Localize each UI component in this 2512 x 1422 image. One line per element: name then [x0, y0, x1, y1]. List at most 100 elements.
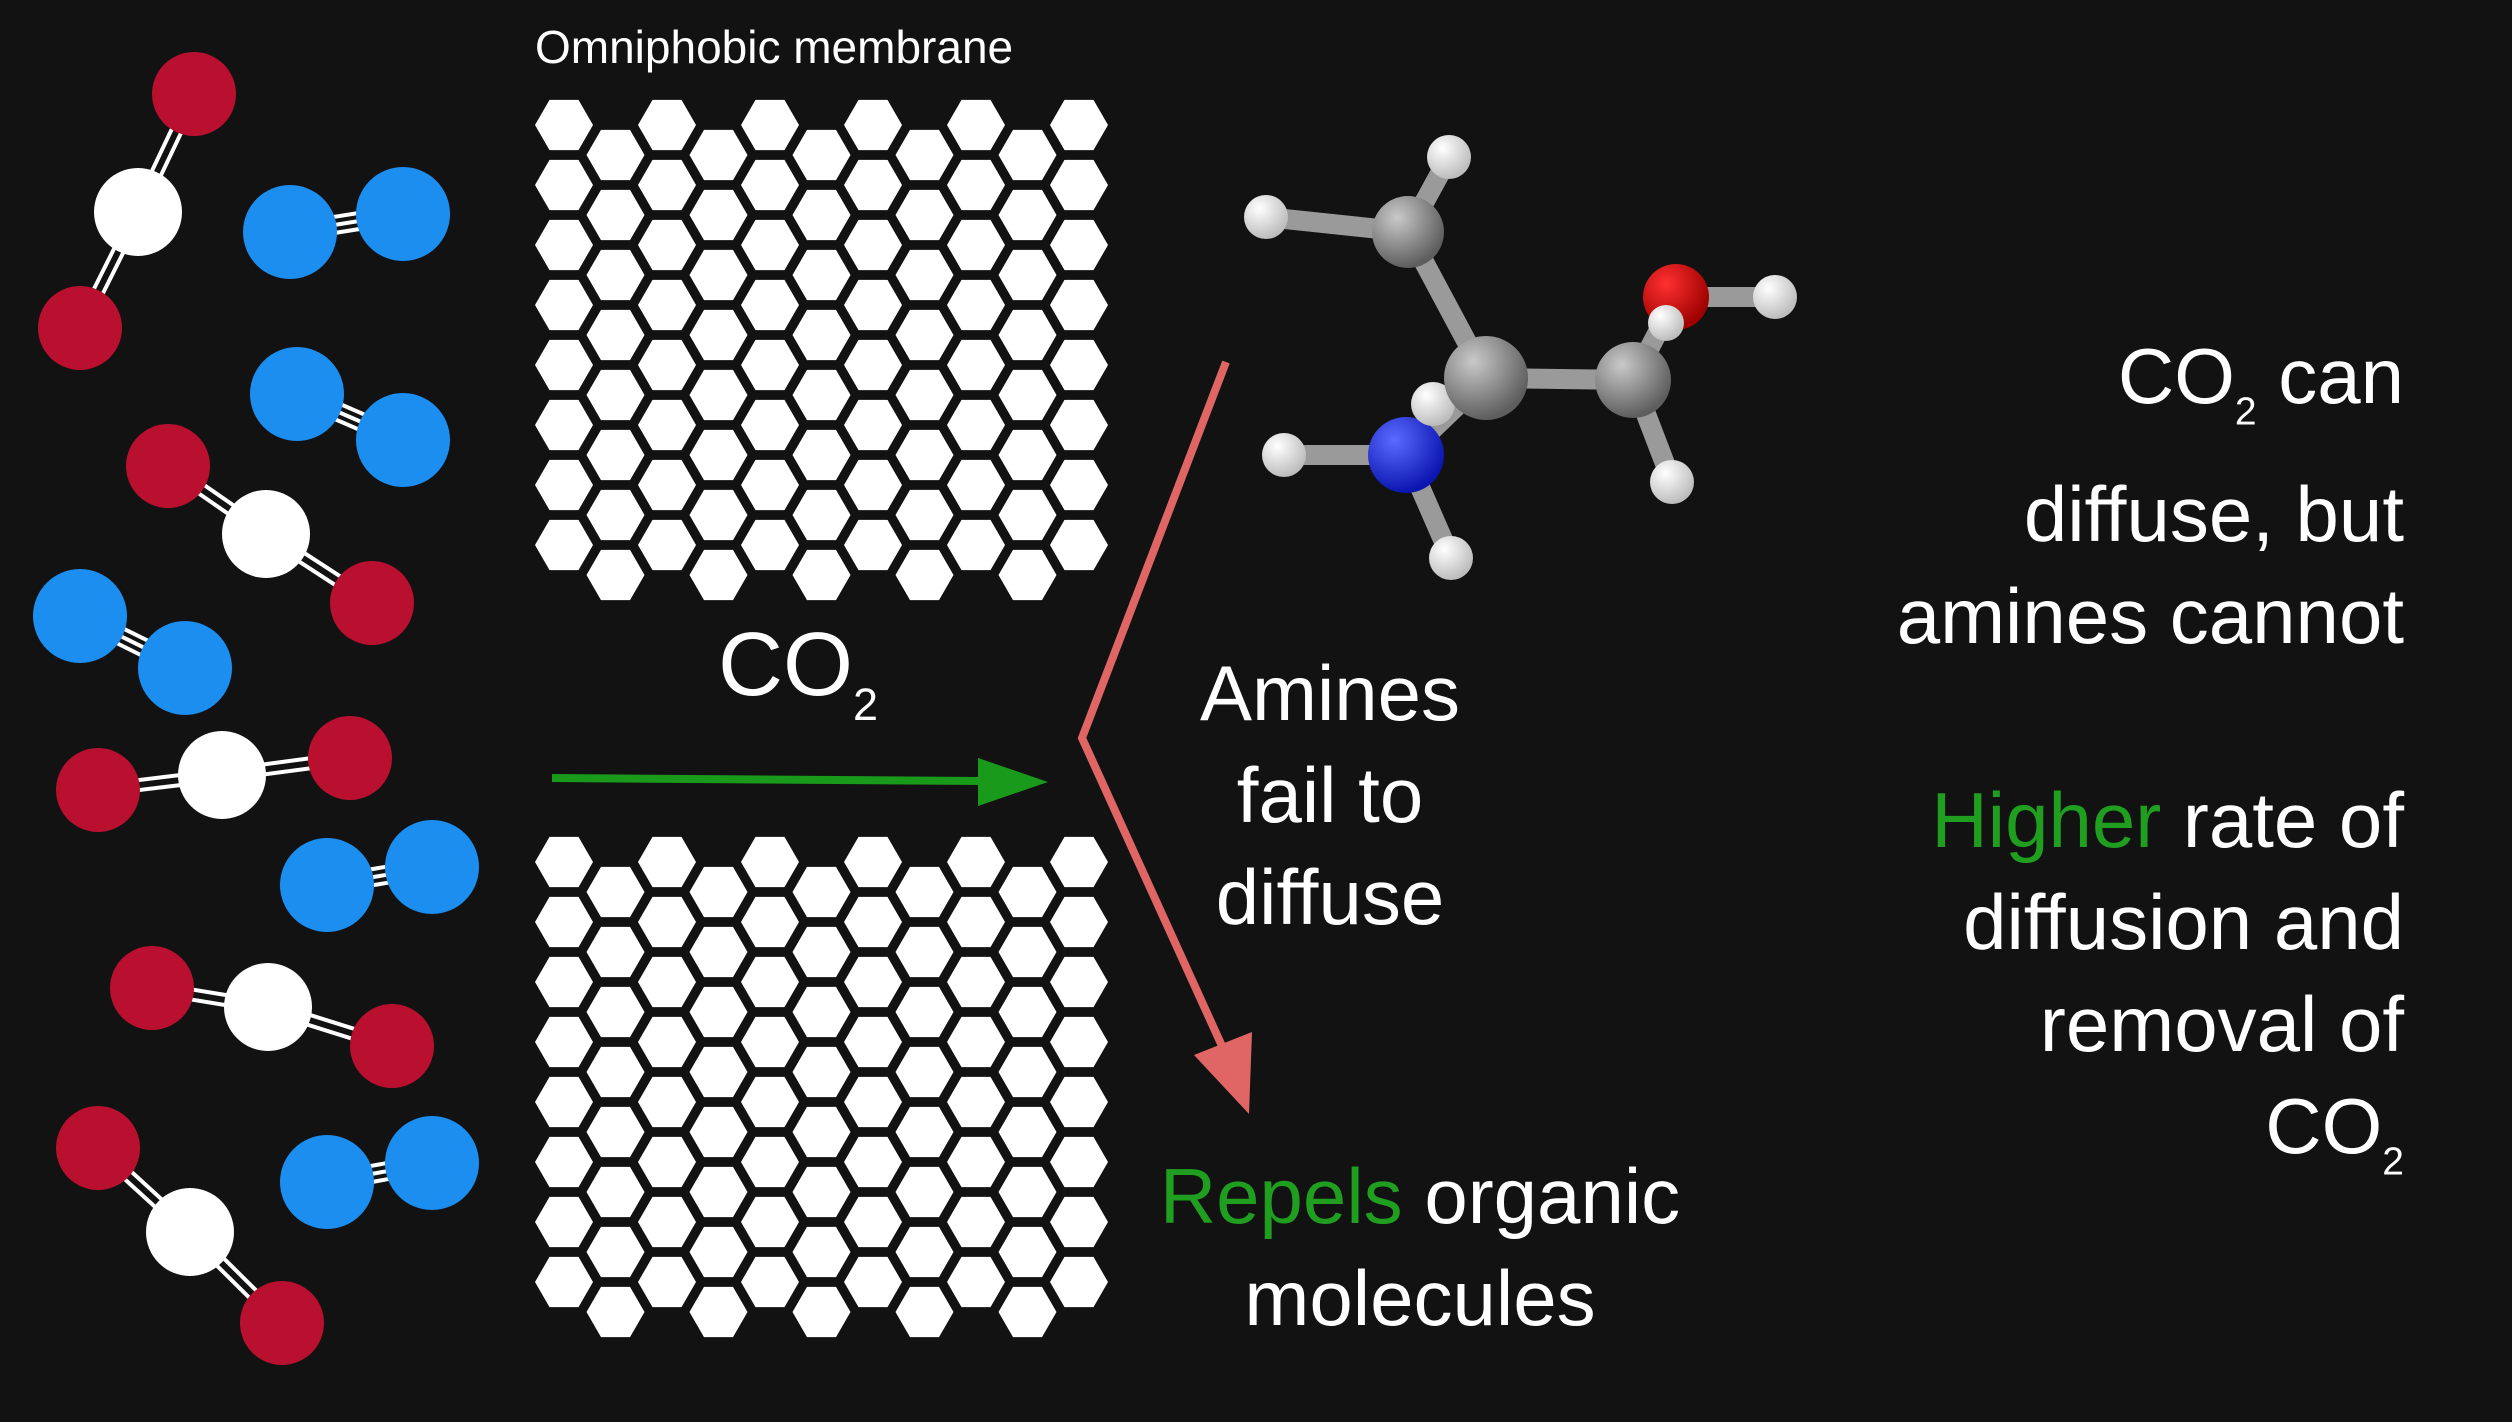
amine-note-line: diffuse	[1215, 853, 1445, 941]
membrane-pore-hexagon	[998, 926, 1057, 978]
membrane-pore-hexagon	[638, 399, 696, 451]
membrane-pore-hexagon	[638, 1196, 696, 1248]
co2-flow-label: CO2	[718, 615, 879, 730]
membrane-pore-hexagon	[998, 1166, 1057, 1218]
membrane-pore-hexagon	[741, 956, 799, 1008]
membrane-pore-hexagon	[638, 519, 696, 571]
membrane-pore-hexagon	[895, 549, 954, 601]
membrane-pore-hexagon	[998, 429, 1057, 481]
membrane-pore-hexagon	[947, 1136, 1005, 1188]
ethanolamine-molecule-icon	[1244, 135, 1797, 580]
membrane-pore-hexagon	[586, 429, 645, 481]
membrane-pore-hexagon	[792, 1166, 851, 1218]
membrane-pore-hexagon	[895, 1226, 954, 1278]
membrane-pore-hexagon	[689, 189, 748, 241]
membrane-pore-hexagon	[792, 489, 851, 541]
membrane-pore-hexagon	[535, 399, 593, 451]
membrane-pore-hexagon	[1050, 956, 1108, 1008]
membrane-pore-hexagon	[741, 836, 799, 888]
membrane-pore-hexagon	[689, 549, 748, 601]
membrane-pore-hexagon	[998, 1226, 1057, 1278]
membrane-pore-hexagon	[1050, 159, 1108, 211]
membrane-pore-hexagon	[638, 1136, 696, 1188]
membrane-pore-hexagon	[586, 189, 645, 241]
summary-line: Higher rate of	[1931, 776, 2404, 865]
membrane-pore-hexagon	[586, 549, 645, 601]
repel-note-line: molecules	[1244, 1254, 1596, 1342]
membrane-pore-hexagon	[844, 459, 902, 511]
n2-molecule-icon	[280, 820, 479, 932]
membrane-pore-hexagon	[689, 986, 748, 1038]
amine-atom	[1753, 275, 1797, 319]
amine-atom	[1244, 195, 1288, 239]
membrane-pore-hexagon	[947, 399, 1005, 451]
membrane-pore-hexagon	[535, 956, 593, 1008]
membrane-pore-hexagon	[689, 429, 748, 481]
membrane-pore-hexagon	[638, 956, 696, 1008]
membrane-pore-hexagon	[1050, 896, 1108, 948]
membrane-pore-hexagon	[844, 1076, 902, 1128]
membrane-pore-hexagon	[638, 1016, 696, 1068]
amine-atom	[1648, 305, 1684, 341]
repel-note-line: Repels organic	[1159, 1152, 1681, 1240]
membrane-pore-hexagon	[1050, 836, 1108, 888]
membrane-pore-hexagon	[1050, 1076, 1108, 1128]
membrane-pore-hexagon	[1050, 339, 1108, 391]
membrane-pore-hexagon	[535, 1196, 593, 1248]
membrane-pore-hexagon	[844, 159, 902, 211]
membrane-pore-hexagon	[741, 1196, 799, 1248]
membrane-pore-hexagon	[741, 1136, 799, 1188]
n2-molecule-icon	[33, 569, 232, 715]
membrane-pore-hexagon	[1050, 99, 1108, 151]
membrane-pore-hexagon	[792, 1226, 851, 1278]
membrane-pore-hexagon	[689, 926, 748, 978]
membrane-pore-hexagon	[741, 279, 799, 331]
membrane-pore-hexagon	[741, 519, 799, 571]
membrane-pore-hexagon	[741, 1016, 799, 1068]
n2-molecule-icon	[243, 167, 450, 279]
membrane-pore-hexagon	[895, 1286, 954, 1338]
membrane-pore-hexagon	[998, 369, 1057, 421]
amine-note: Amines fail to diffuse	[1130, 642, 1530, 948]
membrane-pore-hexagon	[998, 1046, 1057, 1098]
summary-line: CO2	[2265, 1082, 2404, 1184]
n2-molecule-icon	[280, 1116, 479, 1229]
membrane-pore-hexagon	[998, 986, 1057, 1038]
amine-atom	[1368, 417, 1444, 493]
membrane-pore-hexagon	[895, 1106, 954, 1158]
membrane-pore-hexagon	[792, 1046, 851, 1098]
membrane-pore-hexagon	[535, 896, 593, 948]
membrane-pore-hexagon	[895, 249, 954, 301]
membrane-pore-hexagon	[947, 956, 1005, 1008]
membrane-pore-hexagon	[895, 1046, 954, 1098]
amine-atom	[1262, 433, 1306, 477]
membrane-pore-hexagon	[792, 129, 851, 181]
membrane-pore-hexagon	[844, 1196, 902, 1248]
membrane-pore-hexagon	[1050, 399, 1108, 451]
membrane-pore-hexagon	[947, 219, 1005, 271]
membrane-pore-hexagon	[947, 519, 1005, 571]
membrane-pore-hexagon	[947, 1196, 1005, 1248]
membrane-pore-hexagon	[741, 99, 799, 151]
membrane-pore-hexagon	[535, 1016, 593, 1068]
membrane-pore-hexagon	[638, 1256, 696, 1308]
membrane-pore-hexagon	[638, 339, 696, 391]
membrane-pore-hexagon	[844, 956, 902, 1008]
membrane-pore-hexagon	[535, 219, 593, 271]
membrane-pore-hexagon	[586, 369, 645, 421]
membrane-pore-hexagon	[947, 1256, 1005, 1308]
membrane-pore-hexagon	[1050, 279, 1108, 331]
membrane-pore-hexagon	[638, 279, 696, 331]
membrane-pore-hexagon	[586, 1286, 645, 1338]
membrane-pore-hexagon	[844, 99, 902, 151]
membrane-pore-hexagon	[689, 1046, 748, 1098]
diagram-stage: Omniphobic membrane CO2 Amines fail to d…	[0, 0, 2512, 1422]
membrane-pore-hexagon	[586, 129, 645, 181]
membrane-pore-hexagon	[586, 309, 645, 361]
repel-note: Repels organic molecules	[1100, 1145, 1740, 1349]
membrane-pore-hexagon	[535, 836, 593, 888]
membrane-pore-hexagon	[586, 986, 645, 1038]
membrane-pore-hexagon	[535, 519, 593, 571]
membrane-pore-hexagon	[1050, 519, 1108, 571]
membrane-pore-hexagon	[792, 1286, 851, 1338]
